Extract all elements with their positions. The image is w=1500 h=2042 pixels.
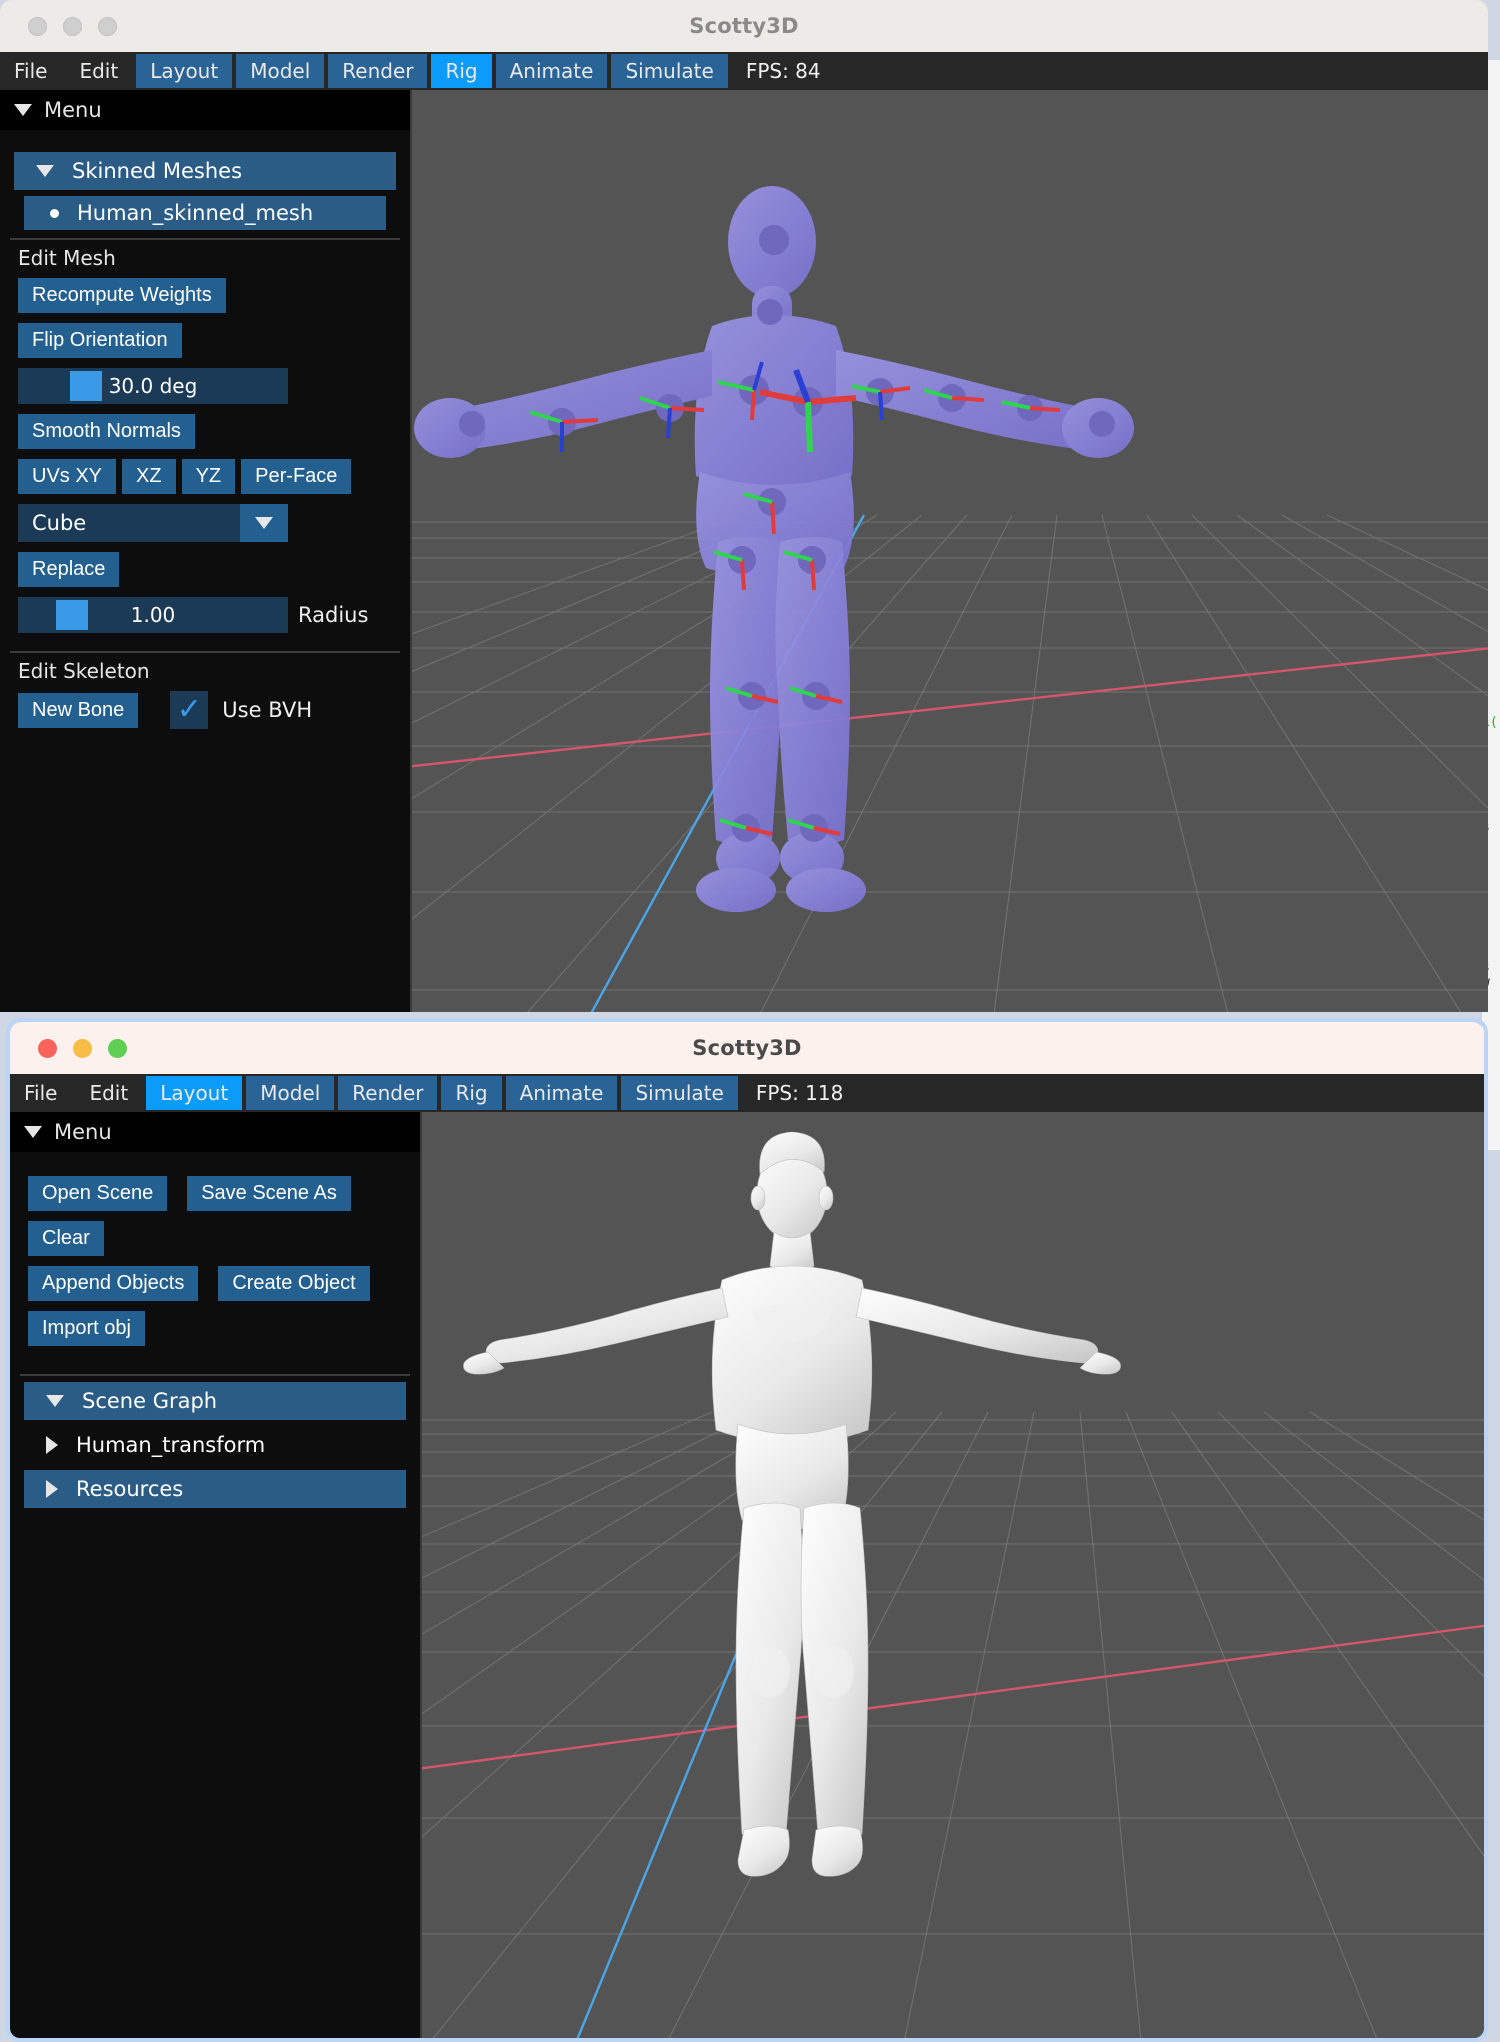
sidebar-layout[interactable]: Menu Open Scene Save Scene As Clear Appe… [10,1112,422,2038]
per-face-button[interactable]: Per-Face [241,459,352,494]
panel-header-menu[interactable]: Menu [0,90,410,130]
replace-button[interactable]: Replace [18,552,120,587]
chevron-down-icon [24,1126,42,1138]
row-replace: Replace [8,552,402,597]
shape-combo[interactable]: Cube [18,504,288,542]
chevron-down-icon [46,1395,64,1407]
append-objects-button[interactable]: Append Objects [28,1266,199,1301]
tab-model[interactable]: Model [246,1076,335,1110]
section-scene-graph-label: Scene Graph [82,1389,218,1413]
tab-animate[interactable]: Animate [495,54,608,88]
menu-edit[interactable]: Edit [75,1076,142,1110]
open-scene-button[interactable]: Open Scene [28,1176,168,1211]
sidebar-rig[interactable]: Menu Skinned Meshes Human_skinned_mesh E… [0,90,412,1012]
create-object-button[interactable]: Create Object [218,1266,370,1301]
list-item-skinned-mesh[interactable]: Human_skinned_mesh [24,196,386,230]
tab-animate[interactable]: Animate [505,1076,618,1110]
row-objects: Append Objects Create Object [28,1266,412,1311]
window-title: Scotty3D [692,1036,802,1060]
divider [20,1374,410,1376]
chevron-right-icon [46,1480,58,1498]
uvs-yz-button[interactable]: YZ [181,459,236,494]
radius-slider[interactable]: 1.00 [18,597,288,633]
sidebar-layout-body: Open Scene Save Scene As Clear Append Ob… [10,1152,420,2038]
tab-rig[interactable]: Rig [431,54,492,88]
viewport-layout[interactable] [422,1112,1484,2038]
use-bvh-checkbox[interactable]: ✓ [170,691,209,729]
divider [10,238,400,240]
bullet-icon [50,208,59,218]
edit-skeleton-label: Edit Skeleton [18,659,150,683]
row-clear: Clear [28,1221,412,1266]
viewport-rig-canvas[interactable] [412,90,1488,1012]
panel-header-menu[interactable]: Menu [10,1112,420,1152]
chevron-down-icon[interactable] [240,504,288,542]
tab-render[interactable]: Render [328,54,428,88]
section-skinned-meshes-label: Skinned Meshes [72,159,243,183]
menu-file[interactable]: File [0,54,61,88]
fps-counter: FPS: 118 [755,1081,844,1105]
scene-item-resources-label: Resources [76,1477,184,1501]
tab-model[interactable]: Model [236,54,325,88]
uvs-xz-button[interactable]: XZ [122,459,176,494]
chevron-down-icon [36,165,54,177]
scotty3d-window-layout[interactable]: Scotty3D File Edit Layout Model Render R… [6,1018,1488,2042]
titlebar-top[interactable]: Scotty3D [0,0,1488,52]
sidebar-rig-body: Skinned Meshes Human_skinned_mesh Edit M… [0,130,410,1012]
tab-layout[interactable]: Layout [146,1076,243,1110]
new-bone-button[interactable]: New Bone [18,692,139,728]
tab-render[interactable]: Render [338,1076,438,1110]
row-flip: Flip Orientation [8,323,402,368]
divider [10,651,400,653]
flip-orientation-button[interactable]: Flip Orientation [18,323,182,358]
save-scene-as-button[interactable]: Save Scene As [187,1176,351,1211]
use-bvh-label: Use BVH [222,698,313,722]
menubar-bottom[interactable]: File Edit Layout Model Render Rig Animat… [10,1074,1484,1112]
tab-rig[interactable]: Rig [441,1076,502,1110]
chevron-right-icon [46,1436,58,1454]
row-uvs: UVs XY XZ YZ Per-Face [18,459,402,504]
titlebar-bottom[interactable]: Scotty3D [10,1022,1484,1074]
viewport-layout-canvas[interactable] [422,1112,1484,2038]
row-skeleton: New Bone ✓ Use BVH [18,691,402,729]
window-title: Scotty3D [689,14,799,38]
shape-combo-value: Cube [32,511,87,535]
uvs-xy-button[interactable]: UVs XY [18,459,117,494]
row-import: Import obj [28,1311,412,1356]
fps-counter: FPS: 84 [745,59,821,83]
list-item-skinned-mesh-label: Human_skinned_mesh [77,201,314,225]
row-scene-io: Open Scene Save Scene As [28,1176,412,1221]
radius-slider-knob[interactable] [56,600,88,630]
scene-item-human-transform[interactable]: Human_transform [24,1426,406,1464]
tab-simulate[interactable]: Simulate [621,1076,738,1110]
edit-mesh-label: Edit Mesh [18,246,116,270]
section-scene-graph[interactable]: Scene Graph [24,1382,406,1420]
scene-item-resources[interactable]: Resources [24,1470,406,1508]
check-icon: ✓ [176,692,202,727]
smooth-normals-button[interactable]: Smooth Normals [18,414,195,449]
recompute-weights-button[interactable]: Recompute Weights [18,278,226,313]
row-radius: 1.00 Radius [18,597,402,643]
chevron-down-icon [14,104,32,116]
menubar-top[interactable]: File Edit Layout Model Render Rig Animat… [0,52,1488,90]
viewport-rig[interactable] [412,90,1488,1012]
row-smooth: Smooth Normals [8,414,402,459]
tab-layout[interactable]: Layout [136,54,233,88]
radius-slider-value: 1.00 [130,603,176,627]
radius-label: Radius [298,603,369,627]
menu-file[interactable]: File [10,1076,71,1110]
import-obj-button[interactable]: Import obj [28,1311,145,1346]
angle-slider[interactable]: 30.0 deg [18,368,288,404]
scene-item-human-transform-label: Human_transform [76,1433,266,1457]
row-recompute: Recompute Weights [8,278,402,323]
scotty3d-window-rig[interactable]: Scotty3D File Edit Layout Model Render R… [0,0,1488,1012]
section-skinned-meshes[interactable]: Skinned Meshes [14,152,396,190]
angle-slider-knob[interactable] [70,371,102,401]
menu-edit[interactable]: Edit [65,54,132,88]
panel-header-label: Menu [44,98,102,122]
tab-simulate[interactable]: Simulate [611,54,728,88]
angle-slider-value: 30.0 deg [108,374,198,398]
clear-button[interactable]: Clear [28,1221,104,1256]
panel-header-label: Menu [54,1120,112,1144]
